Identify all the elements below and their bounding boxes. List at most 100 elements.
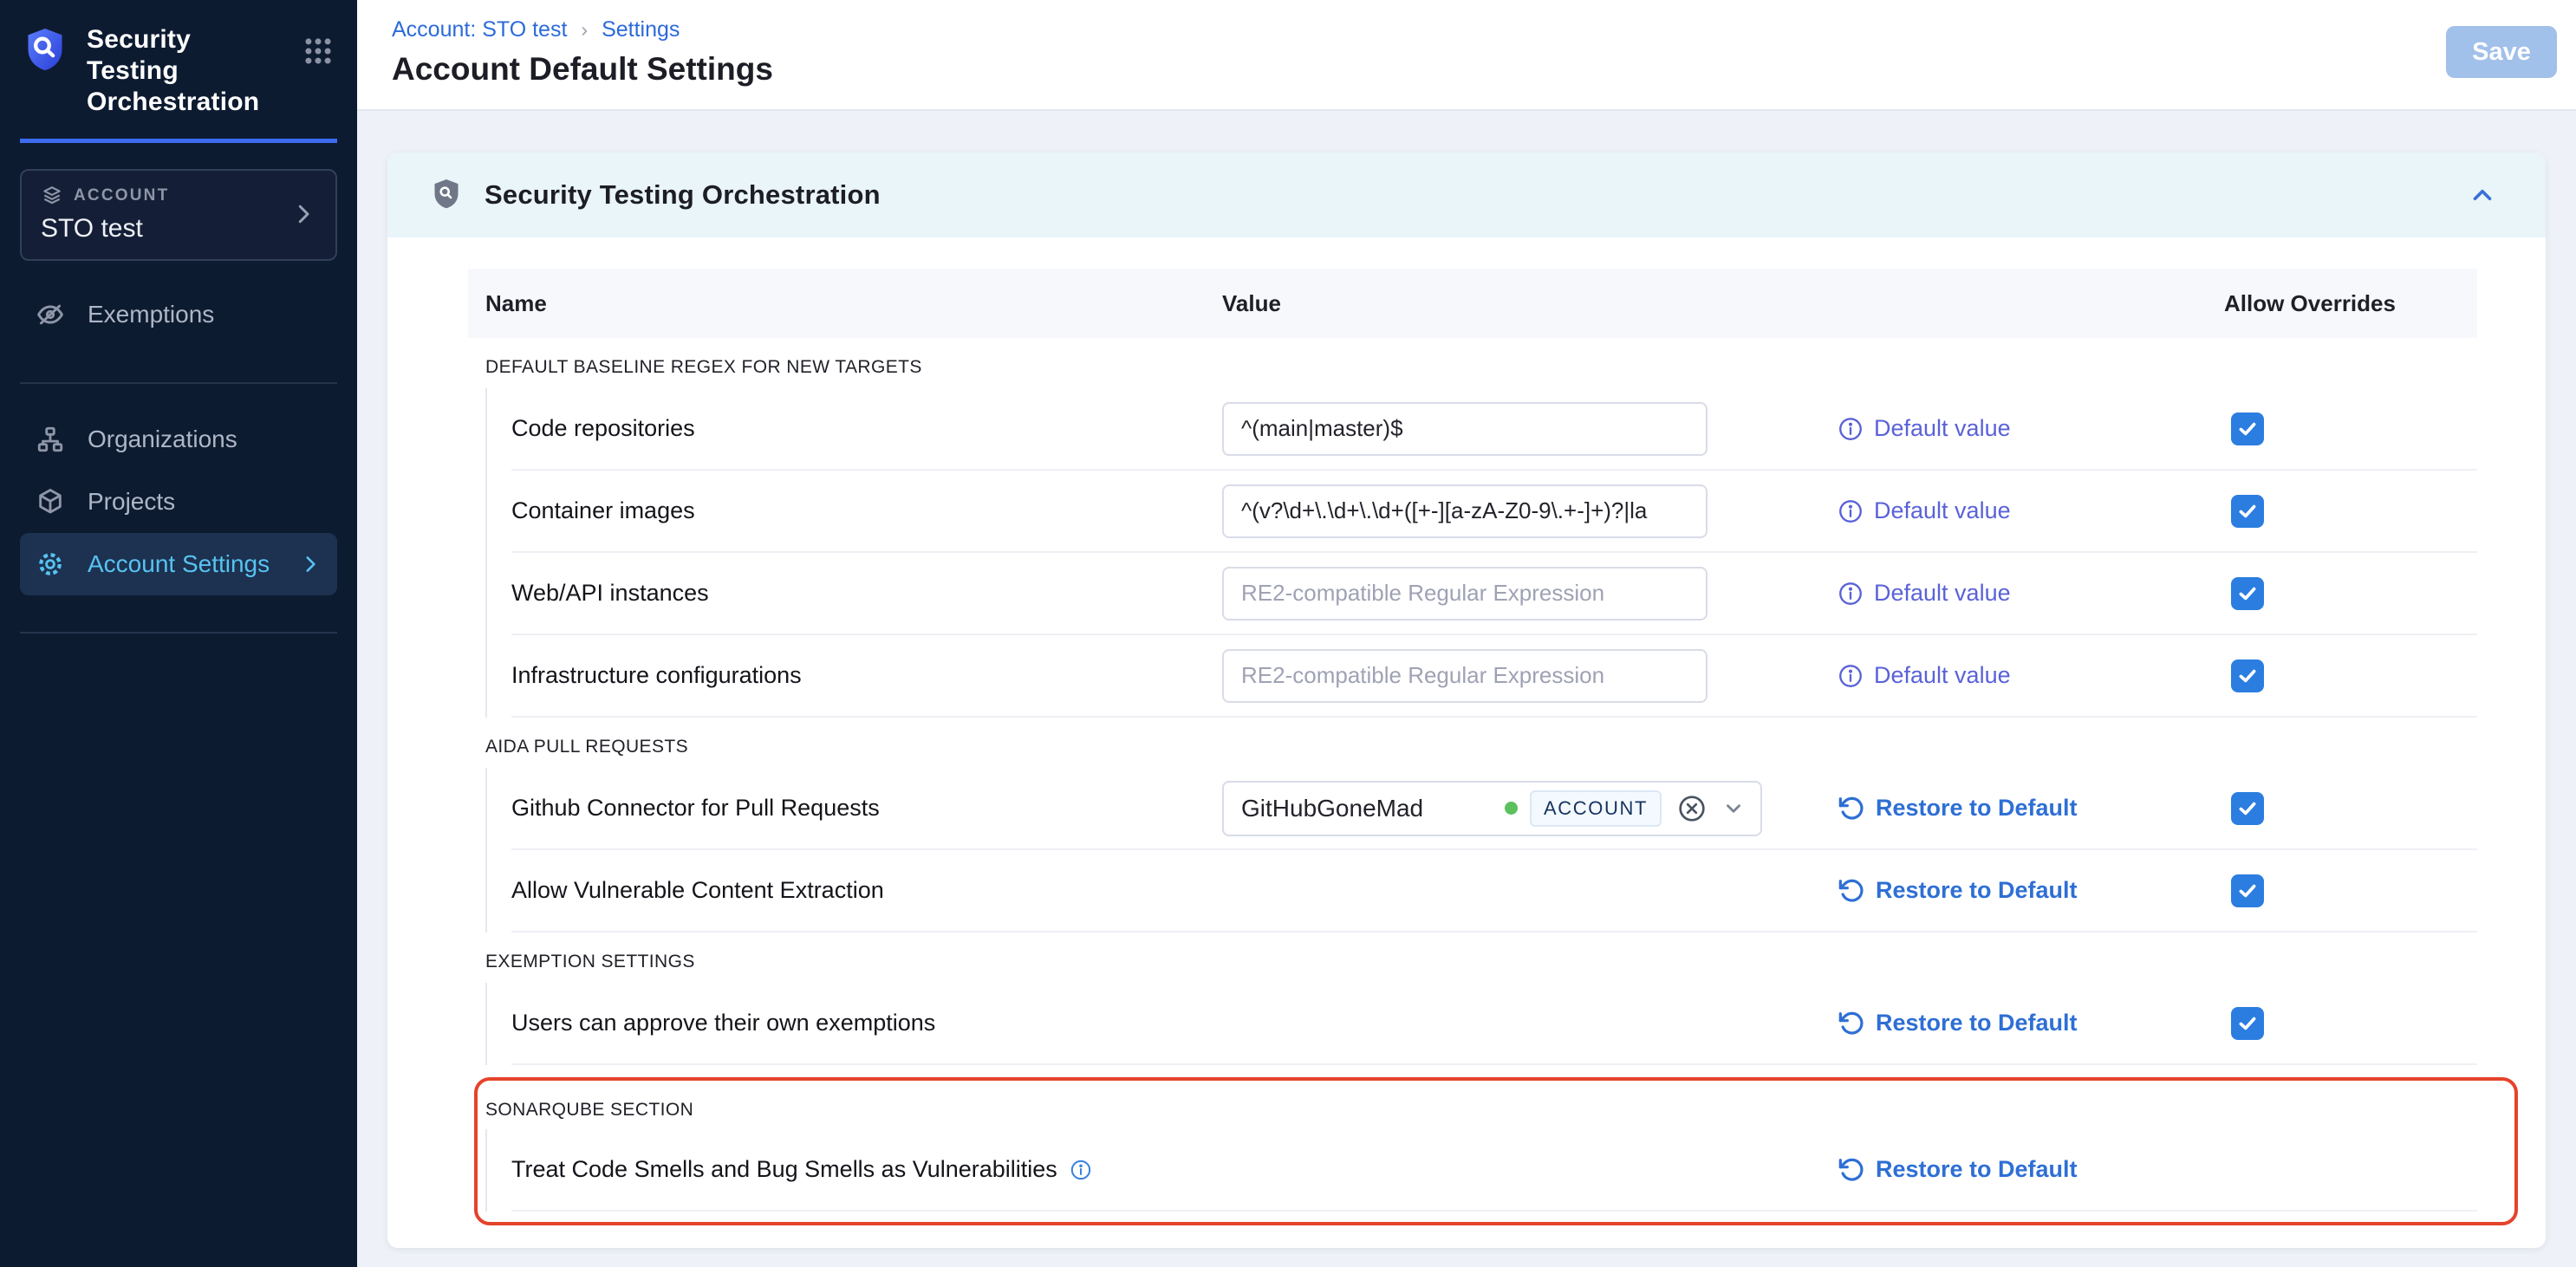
allow-override-checkbox[interactable] xyxy=(2231,577,2264,610)
setting-name: Users can approve their own exemptions xyxy=(511,1010,1222,1036)
sidebar-item-label: Account Settings xyxy=(88,550,270,578)
code-repositories-regex-input[interactable] xyxy=(1222,402,1708,456)
eye-off-icon xyxy=(36,300,65,329)
account-name: STO test xyxy=(41,214,169,244)
section-label-aida-pull-requests: AIDA PULL REQUESTS xyxy=(468,718,2477,768)
allow-override-checkbox[interactable] xyxy=(2231,495,2264,528)
setting-row-code-repositories: Code repositories Default value xyxy=(511,388,2477,471)
content-area: Security Testing Orchestration Name Valu… xyxy=(357,111,2576,1267)
setting-name: Container images xyxy=(511,497,1222,524)
restore-ccw-icon xyxy=(1838,1156,1865,1184)
account-scope-label: ACCOUNT xyxy=(74,186,169,205)
sidebar-item-label: Projects xyxy=(88,488,175,516)
section-group: Github Connector for Pull Requests GitHu… xyxy=(485,768,2477,932)
chevron-right-icon xyxy=(299,553,322,575)
breadcrumb: Account: STO test › Settings xyxy=(392,0,2576,42)
info-circle-icon xyxy=(1838,416,1864,442)
page-title: Account Default Settings xyxy=(392,51,2576,88)
setting-name: Treat Code Smells and Bug Smells as Vuln… xyxy=(511,1156,1222,1183)
restore-ccw-icon xyxy=(1838,877,1865,905)
setting-row-allow-vulnerable-content-extraction: Allow Vulnerable Content Extraction Rest… xyxy=(511,850,2477,932)
sidebar-header: Security Testing Orchestration xyxy=(0,0,357,118)
default-value-link[interactable]: Default value xyxy=(1838,497,2224,524)
github-connector-select[interactable]: GitHubGoneMad ACCOUNT xyxy=(1222,781,1762,836)
allow-override-checkbox[interactable] xyxy=(2231,413,2264,445)
breadcrumb-account-link[interactable]: Account: STO test xyxy=(392,17,567,42)
section-group: Code repositories Default value xyxy=(485,388,2477,718)
org-chart-icon xyxy=(36,425,65,454)
sonarqube-highlight-box: SONARQUBE SECTION Treat Code Smells and … xyxy=(474,1077,2518,1225)
setting-name: Code repositories xyxy=(511,415,1222,442)
allow-override-checkbox[interactable] xyxy=(2231,1007,2264,1040)
connector-status-dot xyxy=(1505,802,1518,815)
restore-to-default-link[interactable]: Restore to Default xyxy=(1838,877,2224,905)
container-images-regex-input[interactable] xyxy=(1222,484,1708,538)
restore-ccw-icon xyxy=(1838,1010,1865,1037)
module-section-title: Security Testing Orchestration xyxy=(485,179,881,211)
info-circle-icon[interactable] xyxy=(1070,1159,1092,1181)
info-circle-icon xyxy=(1838,498,1864,524)
default-value-link[interactable]: Default value xyxy=(1838,662,2224,689)
settings-card: Security Testing Orchestration Name Valu… xyxy=(387,153,2546,1248)
default-value-link[interactable]: Default value xyxy=(1838,415,2224,442)
setting-row-users-approve-own-exemptions: Users can approve their own exemptions R… xyxy=(511,983,2477,1065)
allow-override-checkbox[interactable] xyxy=(2231,874,2264,907)
web-api-instances-regex-input[interactable] xyxy=(1222,567,1708,621)
chevron-up-icon[interactable] xyxy=(2468,180,2497,210)
column-header-name: Name xyxy=(485,290,1222,317)
setting-name: Web/API instances xyxy=(511,580,1222,607)
module-section-header[interactable]: Security Testing Orchestration xyxy=(387,153,2546,237)
restore-ccw-icon xyxy=(1838,795,1865,822)
restore-to-default-link[interactable]: Restore to Default xyxy=(1838,1156,2224,1184)
app-switcher-grid-icon[interactable] xyxy=(302,35,335,68)
setting-row-container-images: Container images Default value xyxy=(511,471,2477,553)
sidebar-item-exemptions[interactable]: Exemptions xyxy=(20,283,337,346)
account-scope-selector[interactable]: ACCOUNT STO test xyxy=(20,169,337,261)
info-circle-icon xyxy=(1838,663,1864,689)
sidebar-item-label: Organizations xyxy=(88,426,237,453)
setting-row-infrastructure-configurations: Infrastructure configurations Default va… xyxy=(511,635,2477,718)
page-header: Account: STO test › Settings Account Def… xyxy=(357,0,2576,111)
default-value-link[interactable]: Default value xyxy=(1838,580,2224,607)
shield-magnifier-icon xyxy=(431,178,462,212)
selected-connector-name: GitHubGoneMad xyxy=(1241,795,1423,822)
chevron-right-icon xyxy=(290,201,316,227)
sto-logo-shield-magnifier-icon xyxy=(23,26,68,76)
column-header-value: Value xyxy=(1222,290,1838,317)
sidebar-item-organizations[interactable]: Organizations xyxy=(20,408,337,471)
section-label-default-baseline-regex: DEFAULT BASELINE REGEX FOR NEW TARGETS xyxy=(468,338,2477,388)
app-title: Security Testing Orchestration xyxy=(87,24,288,118)
section-group: Users can approve their own exemptions R… xyxy=(485,983,2477,1065)
sidebar-divider xyxy=(20,382,337,384)
sidebar-accent-rule xyxy=(20,139,337,143)
setting-name: Github Connector for Pull Requests xyxy=(511,795,1222,822)
cube-icon xyxy=(36,487,65,517)
setting-name: Infrastructure configurations xyxy=(511,662,1222,689)
restore-to-default-link[interactable]: Restore to Default xyxy=(1838,795,2224,822)
chevron-right-icon: › xyxy=(581,18,588,42)
save-button[interactable]: Save xyxy=(2446,26,2557,78)
column-header-allow-overrides: Allow Overrides xyxy=(2224,290,2477,317)
infrastructure-configurations-regex-input[interactable] xyxy=(1222,649,1708,703)
section-label-sonarqube: SONARQUBE SECTION xyxy=(485,1086,2477,1129)
settings-table: Name Value Allow Overrides DEFAULT BASEL… xyxy=(387,237,2546,1225)
clear-selection-icon[interactable] xyxy=(1677,794,1707,823)
layers-icon xyxy=(41,185,63,207)
sidebar-item-label: Exemptions xyxy=(88,301,214,328)
section-label-exemption-settings: EXEMPTION SETTINGS xyxy=(468,932,2477,983)
restore-to-default-link[interactable]: Restore to Default xyxy=(1838,1010,2224,1037)
chevron-down-icon xyxy=(1722,797,1745,820)
setting-row-treat-code-smells: Treat Code Smells and Bug Smells as Vuln… xyxy=(511,1129,2477,1212)
setting-name: Allow Vulnerable Content Extraction xyxy=(511,877,1222,904)
sidebar-divider xyxy=(20,632,337,634)
main-area: Account: STO test › Settings Account Def… xyxy=(357,0,2576,1267)
sidebar-item-account-settings[interactable]: Account Settings xyxy=(20,533,337,595)
scope-tag: ACCOUNT xyxy=(1530,790,1662,827)
breadcrumb-settings-link[interactable]: Settings xyxy=(602,17,680,42)
setting-row-web-api-instances: Web/API instances Default value xyxy=(511,553,2477,635)
sidebar-item-projects[interactable]: Projects xyxy=(20,471,337,533)
allow-override-checkbox[interactable] xyxy=(2231,659,2264,692)
info-circle-icon xyxy=(1838,581,1864,607)
gear-icon xyxy=(36,549,65,579)
allow-override-checkbox[interactable] xyxy=(2231,792,2264,825)
